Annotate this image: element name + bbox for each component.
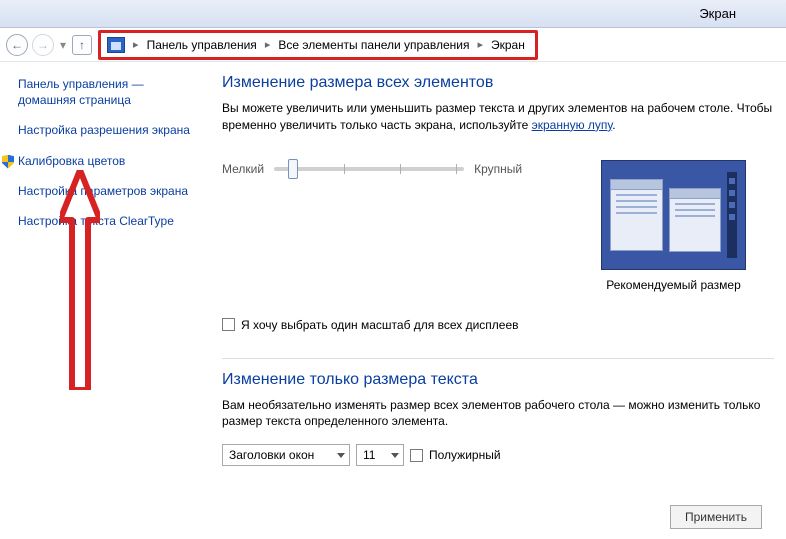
breadcrumb: ▸ Панель управления ▸ Все элементы панел… bbox=[98, 30, 538, 60]
sidebar: Панель управления — домашняя страница На… bbox=[0, 62, 210, 539]
single-scale-label[interactable]: Я хочу выбрать один масштаб для всех дис… bbox=[241, 318, 519, 332]
sidebar-link-cleartype[interactable]: Настройка текста ClearType bbox=[18, 213, 196, 229]
sidebar-link-resolution[interactable]: Настройка разрешения экрана bbox=[18, 122, 196, 138]
control-panel-icon bbox=[107, 37, 125, 53]
element-select[interactable]: Заголовки окон bbox=[222, 444, 350, 466]
slider-label-small: Мелкий bbox=[222, 162, 264, 176]
sidebar-link-home[interactable]: Панель управления — домашняя страница bbox=[18, 76, 196, 108]
preview-caption: Рекомендуемый размер bbox=[601, 278, 746, 292]
magnifier-link[interactable]: экранную лупу bbox=[532, 118, 613, 132]
title-bar: Экран bbox=[0, 0, 786, 28]
main-panel: Изменение размера всех элементов Вы може… bbox=[210, 62, 786, 539]
preview-image bbox=[601, 160, 746, 270]
slider-label-large: Крупный bbox=[474, 162, 522, 176]
divider bbox=[222, 358, 774, 359]
history-dropdown-icon[interactable]: ▾ bbox=[60, 38, 66, 52]
bold-label[interactable]: Полужирный bbox=[429, 448, 501, 462]
sidebar-link-color-calibration[interactable]: Калибровка цветов bbox=[18, 153, 196, 169]
chevron-down-icon bbox=[391, 453, 399, 458]
size-slider[interactable] bbox=[274, 167, 464, 171]
breadcrumb-item-control-panel[interactable]: Панель управления bbox=[143, 38, 261, 52]
chevron-right-icon[interactable]: ▸ bbox=[263, 38, 273, 51]
single-scale-row: Я хочу выбрать один масштаб для всех дис… bbox=[222, 318, 774, 332]
up-button[interactable]: ↑ bbox=[72, 35, 92, 55]
heading-text-only: Изменение только размера текста bbox=[222, 371, 774, 389]
footer: Применить bbox=[670, 505, 762, 529]
apply-button[interactable]: Применить bbox=[670, 505, 762, 529]
chevron-right-icon[interactable]: ▸ bbox=[131, 38, 141, 51]
heading-resize-all: Изменение размера всех элементов bbox=[222, 74, 774, 92]
description-text-only: Вам необязательно изменять размер всех э… bbox=[222, 397, 774, 431]
slider-thumb[interactable] bbox=[288, 159, 298, 179]
chevron-right-icon[interactable]: ▸ bbox=[475, 38, 485, 51]
chevron-down-icon bbox=[337, 453, 345, 458]
preview-panel: Рекомендуемый размер bbox=[601, 160, 746, 292]
back-button[interactable]: ← bbox=[6, 34, 28, 56]
breadcrumb-item-display[interactable]: Экран bbox=[487, 38, 529, 52]
forward-button[interactable]: → bbox=[32, 34, 54, 56]
nav-bar: ← → ▾ ↑ ▸ Панель управления ▸ Все элемен… bbox=[0, 28, 786, 62]
sidebar-link-display-params[interactable]: Настройка параметров экрана bbox=[18, 183, 196, 199]
breadcrumb-item-all-items[interactable]: Все элементы панели управления bbox=[274, 38, 473, 52]
bold-checkbox[interactable] bbox=[410, 449, 423, 462]
description-resize-all: Вы можете увеличить или уменьшить размер… bbox=[222, 100, 774, 134]
font-size-select[interactable]: 11 bbox=[356, 444, 404, 466]
window-title: Экран bbox=[699, 6, 736, 21]
single-scale-checkbox[interactable] bbox=[222, 318, 235, 331]
